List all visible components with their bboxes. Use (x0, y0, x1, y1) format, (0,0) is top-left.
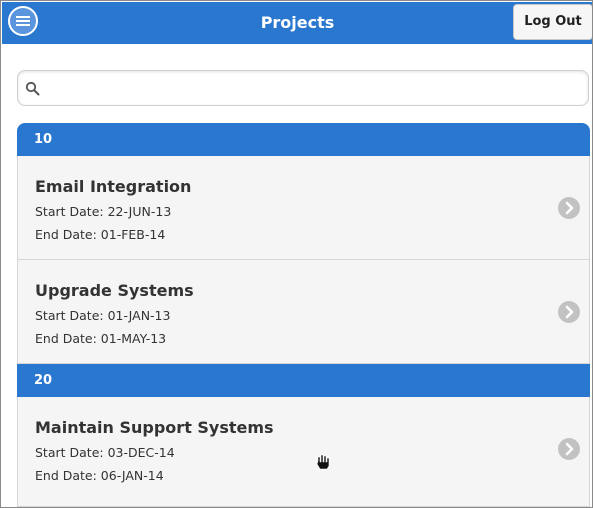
logout-button[interactable]: Log Out (513, 4, 592, 40)
group-divider: 20 (17, 364, 590, 397)
start-date: Start Date: 01-JAN-13 (35, 308, 171, 323)
list-item[interactable]: Email Integration Start Date: 22-JUN-13 … (17, 156, 590, 260)
list-item[interactable]: Upgrade Systems Start Date: 01-JAN-13 En… (17, 260, 590, 364)
search-box (17, 70, 589, 106)
project-list: 10 Email Integration Start Date: 22-JUN-… (17, 123, 590, 507)
chevron-right-icon (558, 197, 580, 219)
start-date: Start Date: 22-JUN-13 (35, 204, 172, 219)
list-item[interactable]: Maintain Support Systems Start Date: 03-… (17, 397, 590, 507)
end-date: End Date: 06-JAN-14 (35, 468, 164, 483)
end-date: End Date: 01-FEB-14 (35, 227, 166, 242)
search-icon (25, 81, 40, 96)
end-date: End Date: 01-MAY-13 (35, 331, 167, 346)
group-divider: 10 (17, 123, 590, 156)
start-date: Start Date: 03-DEC-14 (35, 445, 175, 460)
chevron-right-icon (558, 438, 580, 460)
page-title: Projects (260, 13, 335, 32)
header-bar: Projects Log Out (2, 2, 592, 44)
hamburger-menu-icon (16, 16, 30, 26)
search-input[interactable] (48, 73, 583, 103)
project-title: Maintain Support Systems (35, 418, 274, 437)
chevron-right-icon (558, 301, 580, 323)
menu-button[interactable] (8, 6, 38, 36)
project-title: Email Integration (35, 177, 192, 196)
project-title: Upgrade Systems (35, 281, 194, 300)
hand-cursor-icon (316, 454, 330, 470)
app-frame: Projects Log Out 10 Email Integration St… (0, 0, 593, 508)
